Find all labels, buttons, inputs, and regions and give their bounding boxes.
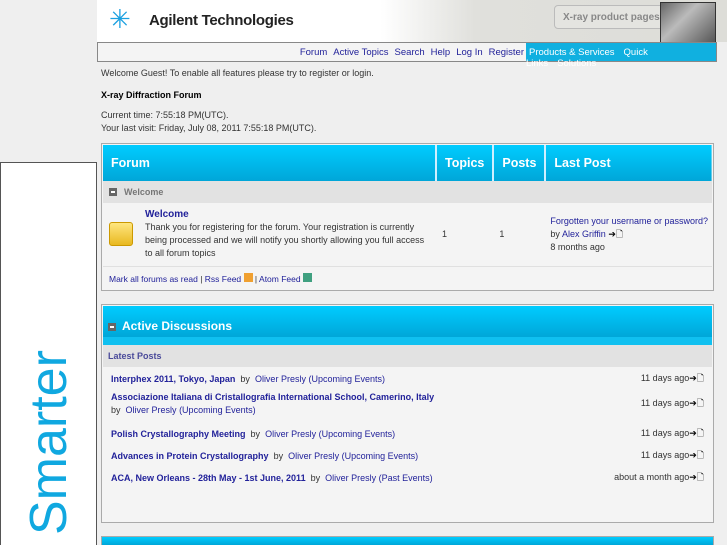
nav-register[interactable]: Register xyxy=(489,47,524,58)
by-label: by xyxy=(250,428,261,439)
post-time: about a month ago xyxy=(614,472,690,482)
separator: | xyxy=(200,273,203,284)
last-post-time: 8 months ago xyxy=(550,241,605,252)
by-label: by xyxy=(310,472,321,483)
posts-count: 1 xyxy=(499,229,505,240)
nav-help[interactable]: Help xyxy=(431,47,451,58)
post-row: ACA, New Orleans - 28th May - 1st June, … xyxy=(103,470,712,486)
mark-all-read-link[interactable]: Mark all forums as read xyxy=(109,274,198,284)
nav-active-topics[interactable]: Active Topics xyxy=(333,47,388,58)
post-title-link[interactable]: ACA, New Orleans - 28th May - 1st June, … xyxy=(111,473,306,483)
post-author-link[interactable]: Oliver Presly xyxy=(325,473,376,483)
by-label: by xyxy=(240,373,250,384)
smarter-banner: Smarter xyxy=(0,162,97,545)
last-post-link[interactable]: Forgotten your username or password? xyxy=(550,215,712,228)
xray-product-pages-link[interactable]: X-ray product pages xyxy=(554,5,664,29)
active-discussions-panel: Active Discussions Latest Posts Interphe… xyxy=(101,304,714,523)
post-row: Interphex 2011, Tokyo, Japan by Oliver P… xyxy=(103,371,712,387)
xray-machine-image xyxy=(660,2,716,44)
forum-link-welcome[interactable]: Welcome xyxy=(145,208,430,221)
collapse-icon[interactable] xyxy=(108,323,116,331)
post-title-link[interactable]: Associazione Italiana di Cristallografia… xyxy=(111,392,434,402)
post-time: 11 days ago xyxy=(640,450,690,460)
post-time: 11 days ago xyxy=(640,373,690,383)
header-banner: ✳ Agilent Technologies X-ray product pag… xyxy=(97,0,727,44)
post-row: Advances in Protein Crystallography by O… xyxy=(103,448,712,464)
post-author-link[interactable]: Oliver Presly xyxy=(265,429,316,439)
banner-text: Smarter xyxy=(20,350,78,535)
post-title-link[interactable]: Interphex 2011, Tokyo, Japan xyxy=(111,374,235,384)
by-label: by xyxy=(111,405,121,415)
logo-text[interactable]: Agilent Technologies xyxy=(149,12,294,29)
post-title-link[interactable]: Polish Crystallography Meeting xyxy=(111,429,246,439)
post-category-link[interactable]: (Upcoming Events) xyxy=(319,429,396,439)
topics-count: 1 xyxy=(442,229,448,240)
goto-post-icon[interactable]: ➔🗋 xyxy=(689,373,704,383)
nav-products-services[interactable]: Products & Services xyxy=(529,47,615,58)
post-row: Associazione Italiana di Cristallografia… xyxy=(103,391,712,417)
post-category-link[interactable]: (Past Events) xyxy=(379,473,433,483)
welcome-message: Welcome Guest! To enable all features pl… xyxy=(101,68,374,78)
post-category-link[interactable]: (Upcoming Events) xyxy=(308,374,385,384)
by-label: by xyxy=(550,228,560,239)
rss-icon[interactable] xyxy=(243,272,253,282)
nav-login[interactable]: Log In xyxy=(456,47,482,58)
forum-row: Welcome Thank you for registering for th… xyxy=(103,203,712,266)
separator: | xyxy=(254,273,258,284)
category-label: Welcome xyxy=(124,187,164,197)
nav-search[interactable]: Search xyxy=(395,47,425,58)
post-time: 11 days ago xyxy=(640,428,690,438)
post-time: 11 days ago xyxy=(640,398,690,408)
forum-description: Thank you for registering for the forum.… xyxy=(145,222,425,259)
last-visit: Your last visit: Friday, July 08, 2011 7… xyxy=(101,123,317,133)
goto-post-icon[interactable]: ➔🗋 xyxy=(689,450,704,460)
col-posts: Posts xyxy=(493,145,547,181)
active-discussions-header: Active Discussions xyxy=(103,306,712,345)
last-post-author[interactable]: Alex Griffin xyxy=(562,229,606,239)
col-topics: Topics xyxy=(436,145,495,181)
locked-folder-icon xyxy=(109,222,133,247)
post-title-link[interactable]: Advances in Protein Crystallography xyxy=(111,451,269,461)
col-forum: Forum xyxy=(103,145,437,181)
forum-table: Forum Topics Posts Last Post Welcome Wel… xyxy=(101,143,714,291)
current-time: Current time: 7:55:18 PM(UTC). xyxy=(101,110,229,120)
post-author-link[interactable]: Oliver Presly xyxy=(126,405,177,415)
post-author-link[interactable]: Oliver Presly xyxy=(255,374,306,384)
nav-forum[interactable]: Forum xyxy=(300,47,327,58)
next-panel-header xyxy=(101,536,714,545)
goto-post-icon[interactable]: ➔🗋 xyxy=(689,398,704,408)
forum-title: X-ray Diffraction Forum xyxy=(101,90,202,100)
by-label: by xyxy=(273,450,284,461)
goto-post-icon[interactable]: ➔🗋 xyxy=(689,428,704,438)
latest-posts-label: Latest Posts xyxy=(103,345,712,367)
rss-feed-link[interactable]: Rss Feed xyxy=(205,274,241,284)
post-row: Polish Crystallography Meeting by Oliver… xyxy=(103,426,712,442)
atom-feed-link[interactable]: Atom Feed xyxy=(259,274,301,284)
post-author-link[interactable]: Oliver Presly xyxy=(288,451,339,461)
nav-solutions[interactable]: Solutions xyxy=(557,58,596,69)
category-welcome[interactable]: Welcome xyxy=(103,181,712,203)
nav-bar: Forum Active Topics Search Help Log In Regist… xyxy=(97,42,717,69)
agilent-logo-icon: ✳ xyxy=(109,4,131,34)
atom-icon[interactable] xyxy=(302,272,312,282)
goto-last-post-icon[interactable]: ➔🗋 xyxy=(608,229,623,239)
collapse-icon[interactable] xyxy=(109,188,117,196)
col-last-post: Last Post xyxy=(554,156,611,170)
goto-post-icon[interactable]: ➔🗋 xyxy=(689,472,704,482)
post-category-link[interactable]: (Upcoming Events) xyxy=(179,405,256,415)
post-category-link[interactable]: (Upcoming Events) xyxy=(342,451,419,461)
active-discussions-title: Active Discussions xyxy=(122,319,233,333)
